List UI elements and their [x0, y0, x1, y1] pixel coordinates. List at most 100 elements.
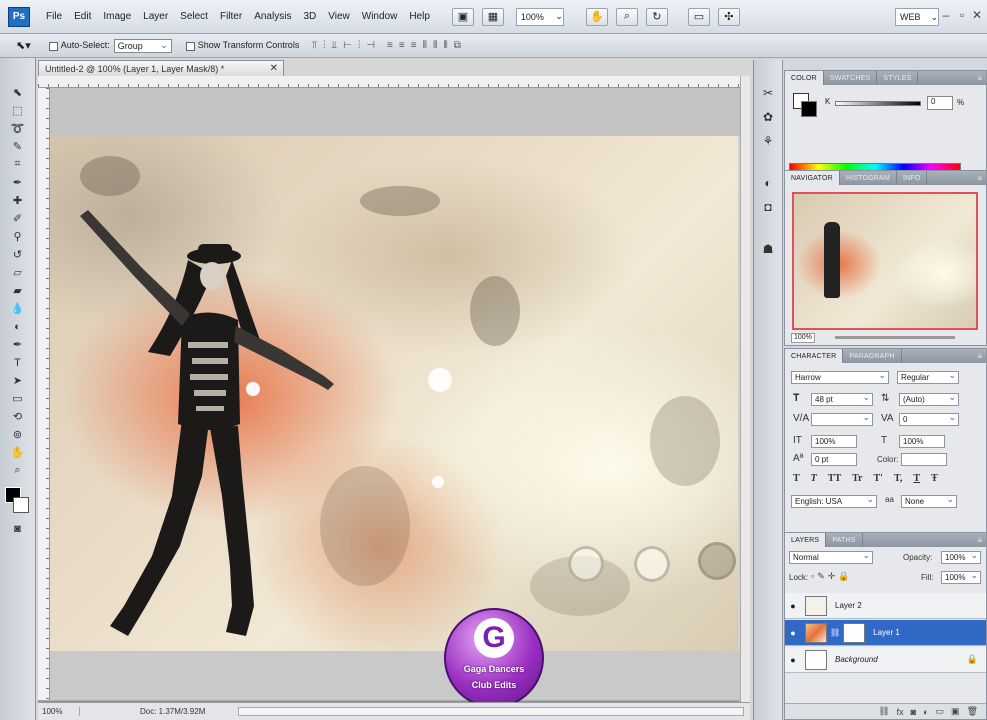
tab-character[interactable]: CHARACTER	[785, 349, 844, 363]
zoom-tool-icon[interactable]: ⌕	[615, 7, 638, 26]
show-transform-checkbox[interactable]: Show Transform Controls	[185, 40, 299, 51]
eyedropper-tool-icon[interactable]: ✒	[7, 174, 29, 191]
color-chips[interactable]	[3, 485, 33, 519]
path-selection-tool-icon[interactable]: ➤	[7, 372, 29, 389]
history-brush-tool-icon[interactable]: ↺	[7, 246, 29, 263]
bridge-icon[interactable]: ▣	[451, 7, 474, 26]
pen-tool-icon[interactable]: ✒	[7, 336, 29, 353]
align-top-icon[interactable]: ⫪	[311, 40, 317, 51]
menu-layer[interactable]: Layer	[143, 11, 168, 22]
subscript-button[interactable]: T,	[894, 473, 902, 484]
tab-info[interactable]: INFO	[897, 171, 928, 185]
align-hcenter-icon[interactable]: ⫶	[358, 40, 361, 51]
small-caps-button[interactable]: Tr	[852, 473, 862, 484]
menu-edit[interactable]: Edit	[74, 11, 91, 22]
k-channel-input[interactable]: 0	[927, 96, 953, 110]
horizontal-scrollbar[interactable]	[238, 707, 744, 716]
background-color-swatch[interactable]	[801, 101, 817, 117]
maximize-icon[interactable]: ▫	[955, 8, 969, 22]
horizontal-ruler[interactable]	[38, 76, 750, 88]
adjustment-layer-icon[interactable]: ◐	[923, 707, 928, 717]
lasso-tool-icon[interactable]: ➰	[7, 120, 29, 137]
layer-row[interactable]: ● Layer 2	[785, 593, 986, 619]
mask-link-icon[interactable]: ⛓	[830, 628, 840, 637]
marquee-tool-icon[interactable]: ⬚	[7, 102, 29, 119]
menu-view[interactable]: View	[328, 11, 350, 22]
hand-tool-icon[interactable]: ✋	[585, 7, 608, 26]
menu-window[interactable]: Window	[362, 11, 398, 22]
text-color-swatch[interactable]	[901, 453, 947, 466]
menu-analysis[interactable]: Analysis	[254, 11, 291, 22]
align-bottom-icon[interactable]: ⫫	[331, 40, 337, 51]
menu-filter[interactable]: Filter	[220, 11, 242, 22]
distribute-left-icon[interactable]: ⦀	[423, 40, 427, 51]
vertical-scrollbar[interactable]	[740, 76, 750, 702]
auto-align-icon[interactable]: ⧉	[454, 40, 461, 51]
distribute-vcenter-icon[interactable]: ≡	[399, 40, 405, 51]
document-tab[interactable]: Untitled-2 @ 100% (Layer 1, Layer Mask/8…	[38, 60, 284, 76]
distribute-bottom-icon[interactable]: ≡	[411, 40, 417, 51]
delete-layer-icon[interactable]: 🗑	[967, 706, 978, 717]
faux-bold-button[interactable]: T	[793, 473, 800, 484]
add-mask-icon[interactable]: ◙	[911, 707, 916, 717]
lock-buttons[interactable]: ▫✎✛🔒	[811, 571, 852, 582]
link-layers-icon[interactable]: ⛓	[878, 706, 889, 717]
menu-help[interactable]: Help	[409, 11, 430, 22]
panel-menu-icon[interactable]: ≡	[977, 171, 986, 185]
auto-select-checkbox[interactable]: Auto-Select:	[48, 40, 110, 51]
antialias-select[interactable]: None	[901, 495, 957, 508]
close-document-icon[interactable]: ✕	[270, 63, 278, 74]
healing-brush-tool-icon[interactable]: ✚	[7, 192, 29, 209]
eye-icon[interactable]: ●	[785, 628, 801, 638]
all-caps-button[interactable]: TT	[828, 473, 841, 484]
layer-style-icon[interactable]: fx	[897, 707, 904, 717]
vertical-ruler[interactable]	[38, 88, 50, 700]
adjustments-icon[interactable]: ◐	[758, 174, 778, 192]
clone-stamp-tool-icon[interactable]: ⚲	[7, 228, 29, 245]
tab-histogram[interactable]: HISTOGRAM	[840, 171, 897, 185]
align-left-icon[interactable]: ⊢	[343, 40, 352, 51]
eraser-tool-icon[interactable]: ▱	[7, 264, 29, 281]
tool-presets-icon[interactable]: ✂	[758, 84, 778, 102]
screen-mode-icon[interactable]: ▭	[687, 7, 710, 26]
gradient-tool-icon[interactable]: ▰	[7, 282, 29, 299]
3d-icon[interactable]: ☗	[758, 240, 778, 258]
panel-menu-icon[interactable]: ≡	[977, 349, 986, 363]
strikethrough-button[interactable]: Ŧ	[931, 473, 938, 484]
layer-mask-thumbnail[interactable]	[843, 622, 866, 643]
crop-tool-icon[interactable]: ⌗	[7, 156, 29, 173]
distribute-hcenter-icon[interactable]: ⦀	[433, 40, 437, 51]
move-tool-preset-icon[interactable]: ⬉▾	[16, 39, 31, 52]
zoom-tool-icon[interactable]: ⌕	[7, 462, 29, 479]
panel-menu-icon[interactable]: ≡	[977, 533, 986, 547]
auto-select-dropdown[interactable]: Group ⌄	[113, 38, 172, 53]
status-doc-size[interactable]: Doc: 1.37M/3.92M	[140, 707, 205, 716]
shape-tool-icon[interactable]: ▭	[7, 390, 29, 407]
arrange-documents-icon[interactable]: ▦	[481, 7, 504, 26]
zoom-level-select[interactable]: 100% ⌄	[515, 7, 564, 26]
blur-tool-icon[interactable]: 💧	[7, 300, 29, 317]
k-channel-slider[interactable]	[835, 101, 921, 106]
leading-input[interactable]: (Auto)	[899, 393, 959, 406]
distribute-right-icon[interactable]: ⦀	[443, 40, 447, 51]
tab-layers[interactable]: LAYERS	[785, 533, 827, 547]
quick-selection-tool-icon[interactable]: ✎	[7, 138, 29, 155]
panel-menu-icon[interactable]: ≡	[977, 71, 986, 85]
new-layer-icon[interactable]: ▣	[951, 706, 960, 717]
align-right-icon[interactable]: ⊣	[366, 40, 375, 51]
vertical-scale-input[interactable]: 100%	[811, 435, 857, 448]
opacity-input[interactable]: 100%	[941, 551, 981, 564]
3d-rotate-tool-icon[interactable]: ⟲	[7, 408, 29, 425]
kerning-input[interactable]	[811, 413, 873, 426]
dodge-tool-icon[interactable]: ◐	[7, 318, 29, 335]
blend-mode-select[interactable]: Normal	[789, 551, 873, 564]
eye-icon[interactable]: ●	[785, 655, 801, 665]
3d-orbit-tool-icon[interactable]: ⊚	[7, 426, 29, 443]
minimize-icon[interactable]: –	[939, 8, 953, 22]
superscript-button[interactable]: T'	[874, 473, 883, 484]
close-icon[interactable]: ✕	[970, 8, 984, 22]
font-size-input[interactable]: 48 pt	[811, 393, 873, 406]
tab-color[interactable]: COLOR	[785, 71, 824, 85]
clone-source-icon[interactable]: ⚘	[758, 132, 778, 150]
masks-icon[interactable]: ◘	[758, 198, 778, 216]
